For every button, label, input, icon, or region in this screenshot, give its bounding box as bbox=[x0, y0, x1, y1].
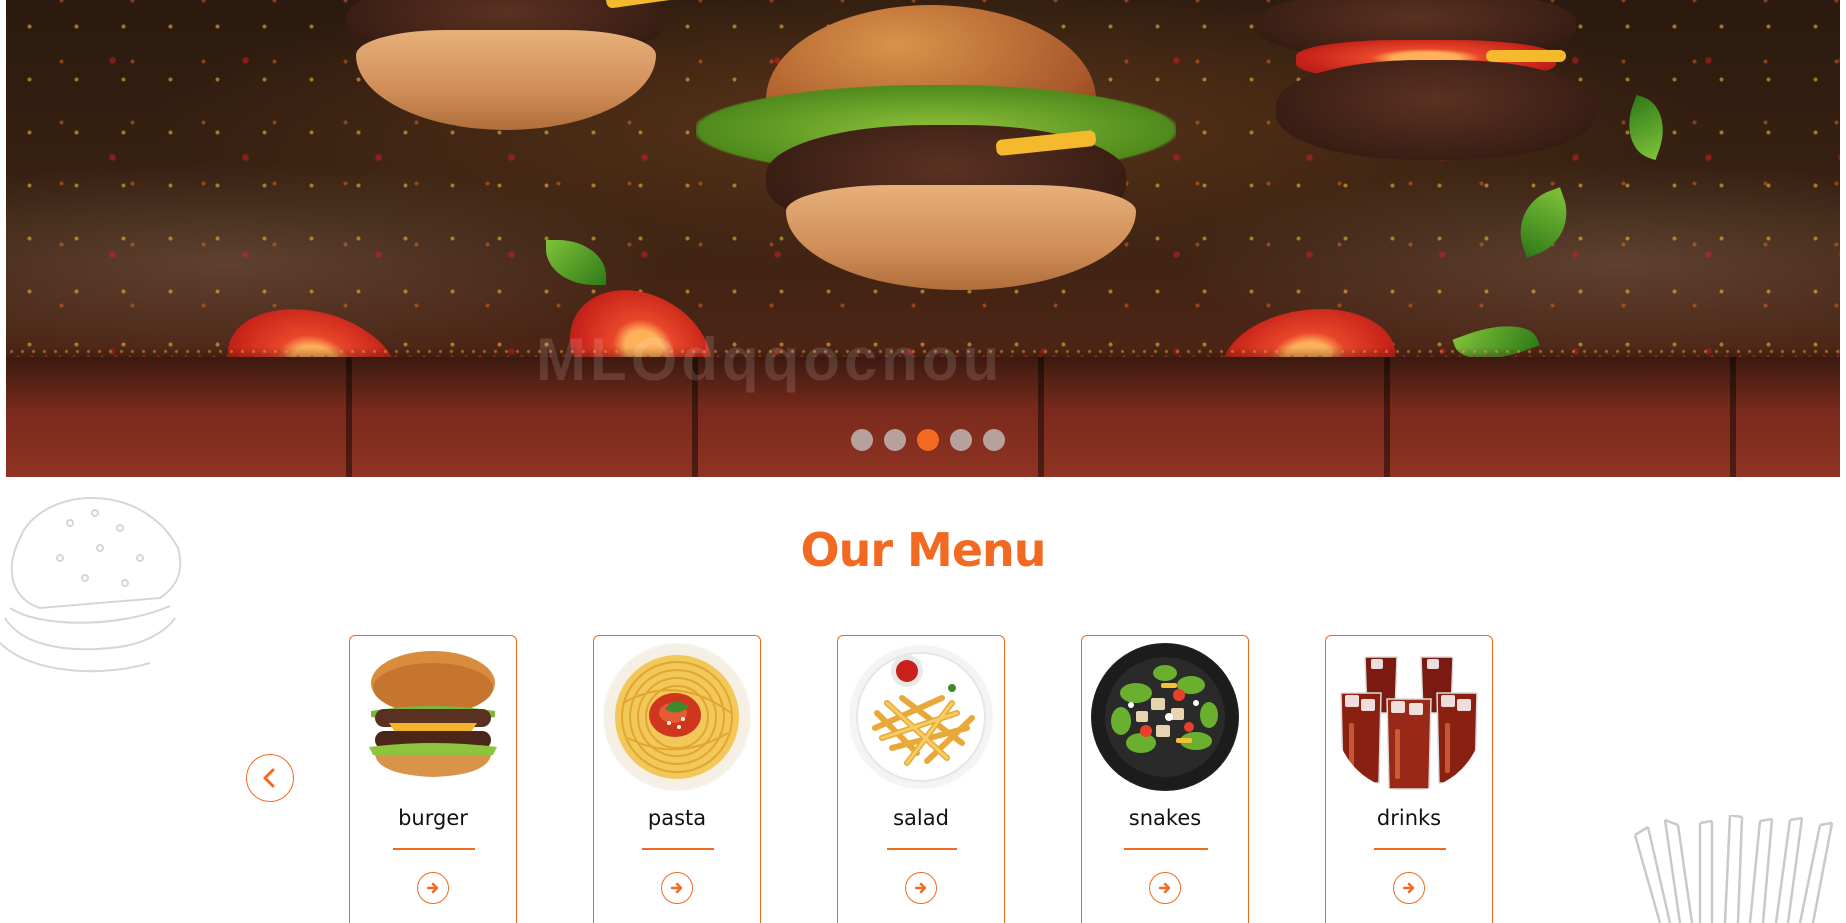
menu-card-pasta[interactable]: pasta bbox=[593, 635, 761, 923]
hero-burger-left bbox=[306, 0, 706, 135]
card-divider bbox=[1374, 848, 1446, 850]
menu-item-open-button[interactable] bbox=[905, 872, 937, 904]
card-divider bbox=[887, 848, 957, 850]
carousel-dot-4[interactable] bbox=[950, 429, 972, 451]
menu-item-label: snakes bbox=[1128, 806, 1202, 830]
menu-item-open-button[interactable] bbox=[417, 872, 449, 904]
menu-item-label: drinks bbox=[1376, 806, 1442, 830]
arrow-right-icon bbox=[1402, 882, 1415, 894]
arrow-right-icon bbox=[914, 882, 927, 894]
menu-card-snakes[interactable]: snakes bbox=[1081, 635, 1249, 923]
watermark-text: MLOdqqocnou bbox=[536, 326, 1004, 393]
menu-item-open-button[interactable] bbox=[1149, 872, 1181, 904]
pasta-image bbox=[603, 643, 751, 791]
card-divider bbox=[1124, 848, 1208, 850]
carousel-dot-1[interactable] bbox=[851, 429, 873, 451]
fries-outline-decoration bbox=[1633, 815, 1834, 923]
menu-item-open-button[interactable] bbox=[661, 872, 693, 904]
menu-item-label: salad bbox=[893, 806, 949, 830]
carousel-dot-2[interactable] bbox=[884, 429, 906, 451]
menu-item-label: pasta bbox=[647, 806, 707, 830]
menu-card-burger[interactable]: burger bbox=[349, 635, 517, 923]
chevron-left-icon bbox=[263, 768, 275, 788]
burger-image bbox=[359, 643, 507, 791]
menu-item-open-button[interactable] bbox=[1393, 872, 1425, 904]
carousel-dots bbox=[851, 429, 1005, 451]
carousel-dot-5[interactable] bbox=[983, 429, 1005, 451]
hero-burger-right bbox=[1256, 0, 1596, 165]
salad-bowl-image bbox=[1091, 643, 1239, 791]
hero-burger-center bbox=[696, 5, 1196, 295]
menu-title: Our Menu bbox=[800, 523, 1046, 577]
fries-image bbox=[847, 643, 995, 791]
menu-card-drinks[interactable]: drinks bbox=[1325, 635, 1493, 923]
menu-item-label: burger bbox=[398, 806, 468, 830]
cola-glasses-image bbox=[1335, 643, 1483, 791]
carousel-dot-3[interactable] bbox=[917, 429, 939, 451]
menu-card-salad[interactable]: salad bbox=[837, 635, 1005, 923]
card-divider bbox=[642, 848, 714, 850]
menu-prev-button[interactable] bbox=[246, 754, 294, 802]
card-divider bbox=[393, 848, 475, 850]
arrow-right-icon bbox=[426, 882, 439, 894]
arrow-right-icon bbox=[1158, 882, 1171, 894]
hero-banner: MLOdqqocnou bbox=[6, 0, 1840, 477]
arrow-right-icon bbox=[670, 882, 683, 894]
